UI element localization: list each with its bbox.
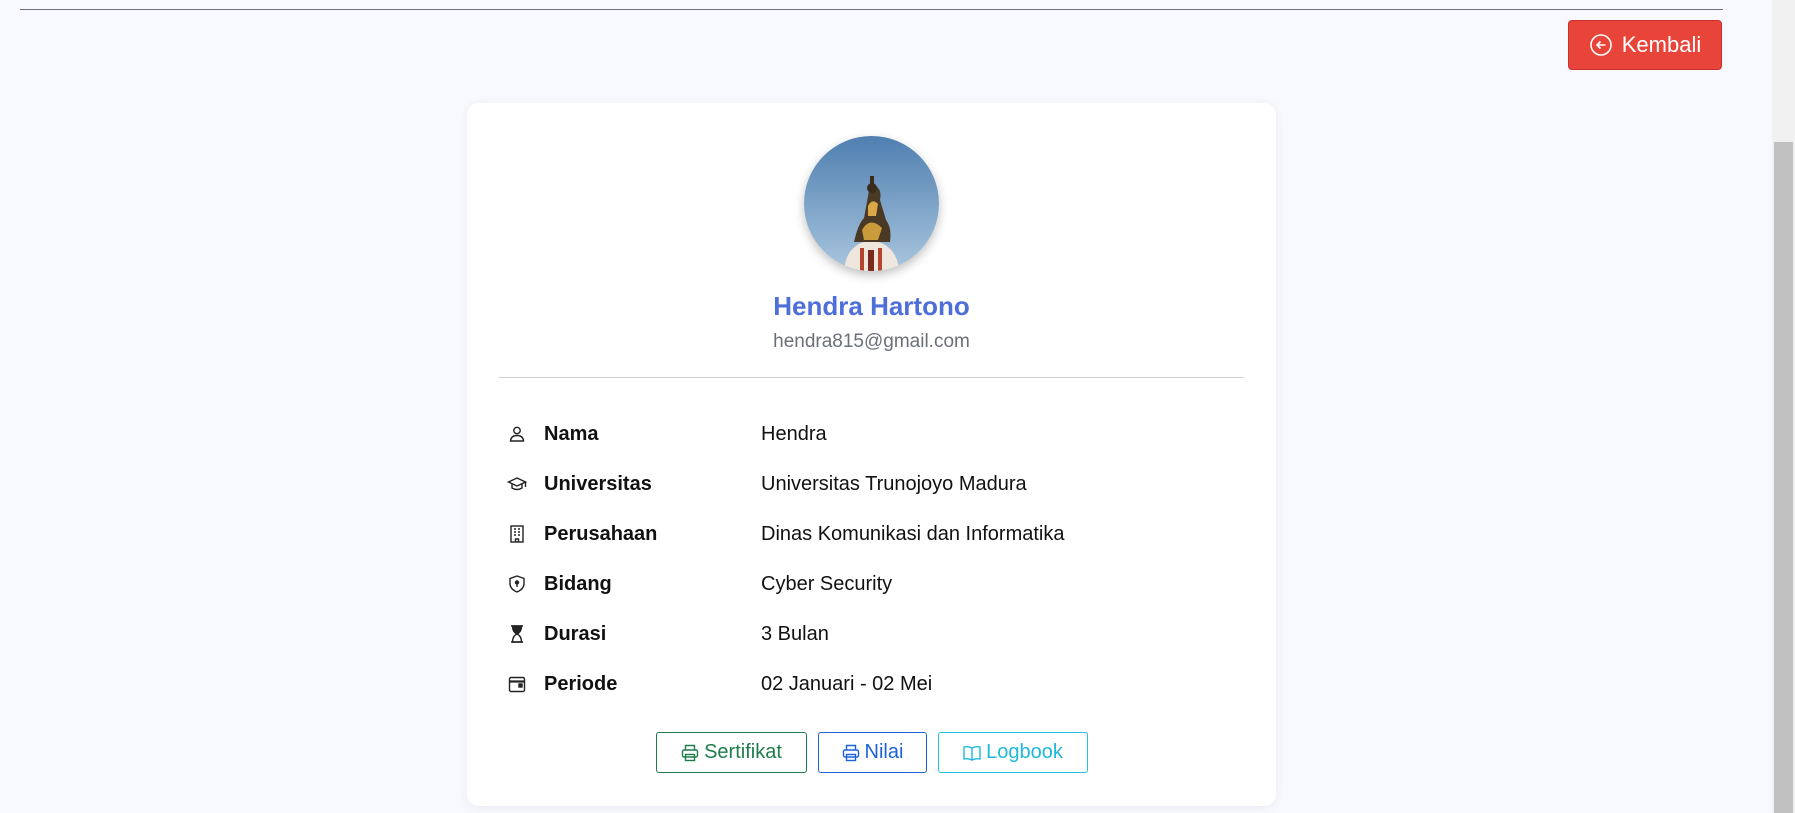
- detail-row-universitas: Universitas Universitas Trunojoyo Madura: [507, 459, 1227, 509]
- sertifikat-button[interactable]: Sertifikat: [655, 732, 807, 773]
- detail-label: Bidang: [544, 572, 612, 595]
- detail-label: Periode: [544, 672, 618, 695]
- detail-value: Universitas Trunojoyo Madura: [761, 472, 1027, 495]
- detail-row-nama: Nama Hendra: [507, 409, 1227, 459]
- detail-value: Cyber Security: [761, 572, 893, 595]
- profile-photo: [804, 136, 939, 271]
- sertifikat-label: Sertifikat: [704, 741, 782, 763]
- person-icon: [507, 424, 527, 444]
- avatar: [804, 136, 939, 271]
- detail-label: Perusahaan: [544, 522, 658, 545]
- calendar-icon: [507, 674, 527, 694]
- logbook-label: Logbook: [986, 741, 1063, 763]
- detail-value: 3 Bulan: [761, 622, 829, 645]
- detail-row-perusahaan: Perusahaan Dinas Komunikasi dan Informat…: [507, 509, 1227, 559]
- profile-name: Hendra Hartono: [773, 291, 970, 321]
- arrow-left-circle-icon: [1589, 34, 1612, 56]
- nilai-label: Nilai: [864, 741, 904, 763]
- detail-row-periode: Periode 02 Januari - 02 Mei: [507, 659, 1227, 709]
- detail-value: 02 Januari - 02 Mei: [761, 672, 933, 695]
- detail-label: Nama: [544, 422, 599, 445]
- back-button[interactable]: Kembali: [1568, 20, 1722, 70]
- detail-label: Durasi: [544, 622, 607, 645]
- action-buttons: Sertifikat Nilai Logbook: [467, 732, 1276, 773]
- shield-lock-icon: [507, 574, 527, 594]
- building-icon: [507, 524, 527, 544]
- detail-value: Dinas Komunikasi dan Informatika: [761, 522, 1065, 545]
- scrollbar-thumb[interactable]: [1774, 142, 1793, 813]
- hourglass-icon: [507, 624, 527, 644]
- graduation-cap-icon: [507, 474, 527, 494]
- detail-row-bidang: Bidang Cyber Security: [507, 559, 1227, 609]
- logbook-button[interactable]: Logbook: [937, 732, 1088, 773]
- back-button-label: Kembali: [1621, 32, 1702, 57]
- printer-icon: [681, 744, 699, 761]
- detail-value: Hendra: [761, 422, 827, 445]
- book-icon: [963, 745, 981, 761]
- profile-card: Hendra Hartono hendra815@gmail.com Nama …: [467, 103, 1276, 806]
- detail-list: Nama Hendra Universitas Universitas Trun…: [507, 409, 1227, 709]
- printer-icon: [842, 744, 859, 761]
- detail-label: Universitas: [544, 472, 652, 495]
- profile-email: hendra815@gmail.com: [773, 331, 970, 352]
- top-divider: [20, 9, 1723, 10]
- profile-divider: [499, 377, 1244, 378]
- nilai-button[interactable]: Nilai: [817, 732, 927, 773]
- detail-row-durasi: Durasi 3 Bulan: [507, 609, 1227, 659]
